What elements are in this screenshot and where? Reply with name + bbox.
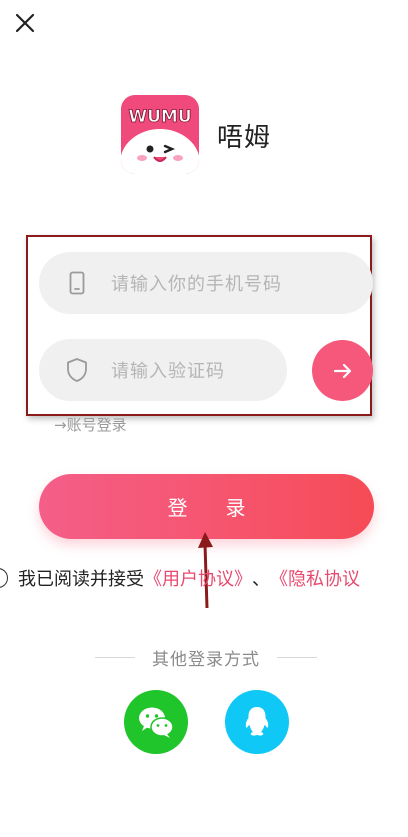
- close-button[interactable]: [10, 8, 40, 38]
- wechat-icon: [139, 707, 174, 738]
- logo-text: WUMU: [128, 107, 191, 127]
- phone-icon: [69, 271, 85, 295]
- close-icon: [15, 13, 35, 33]
- privacy-policy-link[interactable]: 《隐私协议: [270, 565, 360, 591]
- account-login-link[interactable]: →账号登录: [54, 414, 127, 435]
- agreement-row: 我已阅读并接受 《用户协议》 、 《隐私协议: [0, 563, 360, 593]
- agreement-radio[interactable]: [0, 568, 8, 588]
- app-logo: WUMU: [121, 95, 199, 174]
- qq-icon: [245, 707, 269, 736]
- phone-placeholder: 请输入你的手机号码: [111, 274, 282, 295]
- user-agreement-link[interactable]: 《用户协议》: [144, 565, 252, 591]
- agreement-prefix: 我已阅读并接受: [18, 569, 144, 590]
- other-login-divider: 其他登录方式: [95, 645, 317, 670]
- code-placeholder: 请输入验证码: [111, 361, 225, 382]
- arrow-right-icon: [333, 363, 351, 378]
- send-code-button[interactable]: [312, 340, 373, 401]
- shield-icon: [67, 358, 87, 382]
- divider-line-right: [277, 657, 317, 658]
- other-login-label: 其他登录方式: [152, 650, 260, 670]
- phone-input[interactable]: 请输入你的手机号码: [39, 252, 373, 314]
- app-name: 唔姆: [217, 123, 272, 153]
- agreement-separator: 、: [252, 569, 270, 590]
- divider-line-left: [95, 657, 135, 658]
- wechat-login-button[interactable]: [124, 690, 188, 754]
- qq-login-button[interactable]: [225, 690, 289, 754]
- verification-code-input[interactable]: 请输入验证码: [39, 339, 287, 401]
